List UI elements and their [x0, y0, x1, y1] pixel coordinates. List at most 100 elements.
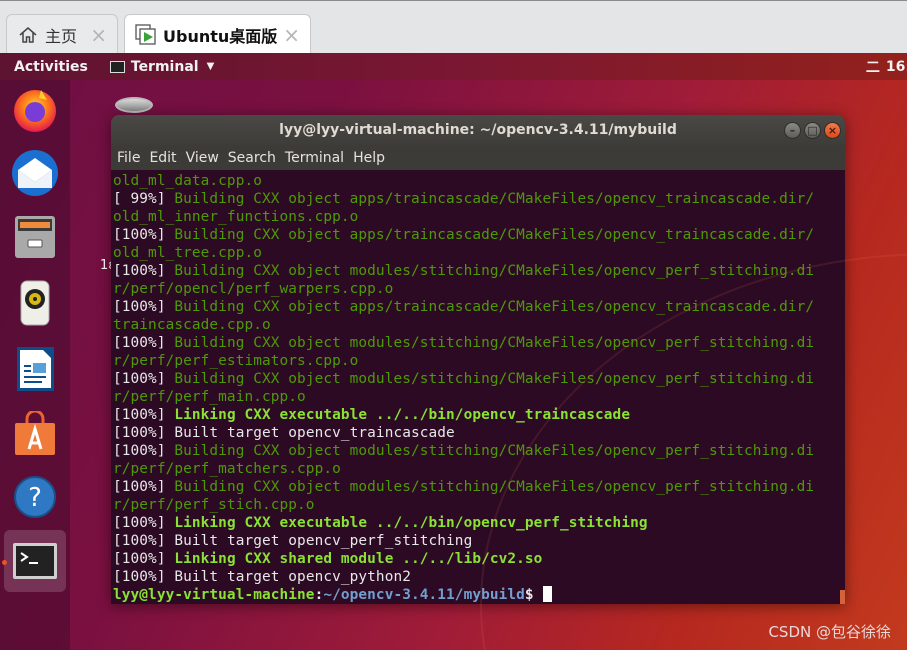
terminal-line: [100%] Building CXX object modules/stitc…	[113, 370, 845, 388]
dock-item-terminal[interactable]	[4, 530, 66, 592]
line-message: r/perf/perf_matchers.cpp.o	[113, 461, 341, 477]
progress-percent: [100%]	[113, 299, 166, 315]
progress-percent: [100%]	[113, 407, 166, 423]
menu-file[interactable]: File	[117, 150, 140, 166]
line-message: Built target opencv_perf_stitching	[165, 533, 473, 549]
tab-home-label: 主页	[45, 26, 78, 46]
running-indicator	[2, 560, 7, 565]
menu-help[interactable]: Help	[353, 150, 385, 166]
terminal-line: [100%] Building CXX object modules/stitc…	[113, 478, 845, 496]
progress-percent: [100%]	[113, 533, 166, 549]
terminal-title: lyy@lyy-virtual-machine: ~/opencv-3.4.11…	[279, 122, 677, 138]
menu-terminal[interactable]: Terminal	[285, 150, 344, 166]
terminal-line: r/perf/opencl/perf_warpers.cpp.o	[113, 280, 845, 298]
terminal-menubar: File Edit View Search Terminal Help	[111, 146, 845, 170]
thunderbird-icon	[12, 150, 58, 196]
close-button[interactable]: ×	[824, 122, 841, 139]
progress-percent: [100%]	[113, 515, 166, 531]
ubuntu-desktop: Activities Terminal ▼ 二 16:	[0, 53, 907, 650]
writer-document-icon	[17, 347, 54, 391]
svg-text:?: ?	[28, 483, 42, 513]
line-message: Built target opencv_traincascade	[165, 425, 455, 441]
dock-item-thunderbird[interactable]	[8, 146, 62, 200]
terminal-titlebar[interactable]: lyy@lyy-virtual-machine: ~/opencv-3.4.11…	[111, 115, 845, 146]
scrollbar-thumb[interactable]	[840, 590, 845, 604]
menu-edit[interactable]: Edit	[149, 150, 176, 166]
terminal-line: old_ml_inner_functions.cpp.o	[113, 208, 845, 226]
dock-item-rhythmbox[interactable]	[8, 276, 62, 330]
menu-search[interactable]: Search	[228, 150, 276, 166]
terminal-line: r/perf/perf_main.cpp.o	[113, 388, 845, 406]
text-cursor	[542, 586, 552, 602]
progress-percent: [100%]	[113, 569, 166, 585]
terminal-line: [100%] Linking CXX shared module ../../l…	[113, 550, 845, 568]
progress-percent: [100%]	[113, 371, 166, 387]
trash-icon[interactable]	[115, 97, 153, 113]
terminal-line: [100%] Building CXX object modules/stitc…	[113, 334, 845, 352]
activities-button[interactable]: Activities	[14, 59, 88, 75]
terminal-line: [100%] Building CXX object modules/stitc…	[113, 262, 845, 280]
line-message: r/perf/perf_stich.cpp.o	[113, 497, 315, 513]
terminal-line: [100%] Built target opencv_python2	[113, 568, 845, 586]
files-cabinet-icon	[15, 216, 55, 258]
help-icon: ?	[14, 476, 56, 518]
line-message: old_ml_data.cpp.o	[113, 173, 262, 189]
terminal-icon	[109, 60, 125, 73]
input-method-indicator[interactable]: 二	[866, 57, 880, 77]
terminal-line: [100%] Building CXX object apps/traincas…	[113, 226, 845, 244]
line-message: Building CXX object apps/traincascade/CM…	[165, 227, 815, 243]
window-controls: – □ ×	[784, 122, 841, 139]
terminal-line: [100%] Built target opencv_traincascade	[113, 424, 845, 442]
line-message: Building CXX object apps/traincascade/CM…	[165, 299, 815, 315]
line-message: traincascade.cpp.o	[113, 317, 271, 333]
dock-item-help[interactable]: ?	[8, 470, 62, 524]
terminal-line: old_ml_tree.cpp.o	[113, 244, 845, 262]
progress-percent: [100%]	[113, 263, 166, 279]
terminal-line: [ 99%] Building CXX object apps/traincas…	[113, 190, 845, 208]
close-icon[interactable]: ×	[283, 23, 300, 47]
line-message: Built target opencv_python2	[165, 569, 411, 585]
terminal-line: [100%] Building CXX object modules/stitc…	[113, 442, 845, 460]
shell-prompt-line: lyy@lyy-virtual-machine:~/opencv-3.4.11/…	[113, 586, 845, 604]
line-message: old_ml_inner_functions.cpp.o	[113, 209, 359, 225]
software-bag-icon	[15, 411, 55, 455]
menu-view[interactable]: View	[186, 150, 219, 166]
terminal-output[interactable]: old_ml_data.cpp.o[ 99%] Building CXX obj…	[111, 170, 845, 604]
line-message: Building CXX object modules/stitching/CM…	[165, 335, 815, 351]
tab-ubuntu-desktop[interactable]: Ubuntu桌面版 ×	[124, 14, 311, 54]
terminal-line: [100%] Building CXX object apps/traincas…	[113, 298, 845, 316]
progress-percent: [100%]	[113, 227, 166, 243]
tab-ubuntu-desktop-label: Ubuntu桌面版	[163, 26, 278, 46]
terminal-icon	[13, 543, 57, 579]
minimize-button[interactable]: –	[784, 122, 801, 139]
dock-item-firefox[interactable]	[8, 83, 62, 137]
app-menu[interactable]: Terminal ▼	[109, 58, 214, 75]
progress-percent: [ 99%]	[113, 191, 166, 207]
line-message: Linking CXX shared module ../../lib/cv2.…	[165, 551, 543, 567]
maximize-button[interactable]: □	[804, 122, 821, 139]
firefox-icon	[14, 90, 56, 132]
line-message: Building CXX object modules/stitching/CM…	[165, 371, 815, 387]
progress-percent: [100%]	[113, 335, 166, 351]
progress-percent: [100%]	[113, 479, 166, 495]
clock[interactable]: 二 16:	[866, 57, 907, 77]
tab-home[interactable]: 主页 ×	[6, 14, 118, 54]
home-icon	[17, 24, 39, 46]
line-message: Building CXX object apps/traincascade/CM…	[165, 191, 815, 207]
dock-item-ubuntu-software[interactable]	[8, 407, 62, 461]
watermark: CSDN @包谷徐徐	[768, 623, 891, 641]
terminal-line: old_ml_data.cpp.o	[113, 172, 845, 190]
prompt-symbol: $	[524, 587, 534, 603]
gnome-top-bar: Activities Terminal ▼ 二 16:	[0, 53, 907, 80]
dock-item-files[interactable]	[8, 210, 62, 264]
dock-item-writer[interactable]	[8, 342, 62, 396]
line-message: Linking CXX executable ../../bin/opencv_…	[165, 407, 631, 423]
line-message: r/perf/perf_main.cpp.o	[113, 389, 306, 405]
vm-tab-strip: 主页 × Ubuntu桌面版 ×	[0, 0, 907, 54]
app-menu-label: Terminal	[130, 58, 199, 75]
speaker-icon	[20, 280, 50, 326]
progress-percent: [100%]	[113, 443, 166, 459]
close-icon[interactable]: ×	[90, 23, 107, 47]
terminal-line: [100%] Linking CXX executable ../../bin/…	[113, 406, 845, 424]
line-message: Linking CXX executable ../../bin/opencv_…	[165, 515, 648, 531]
